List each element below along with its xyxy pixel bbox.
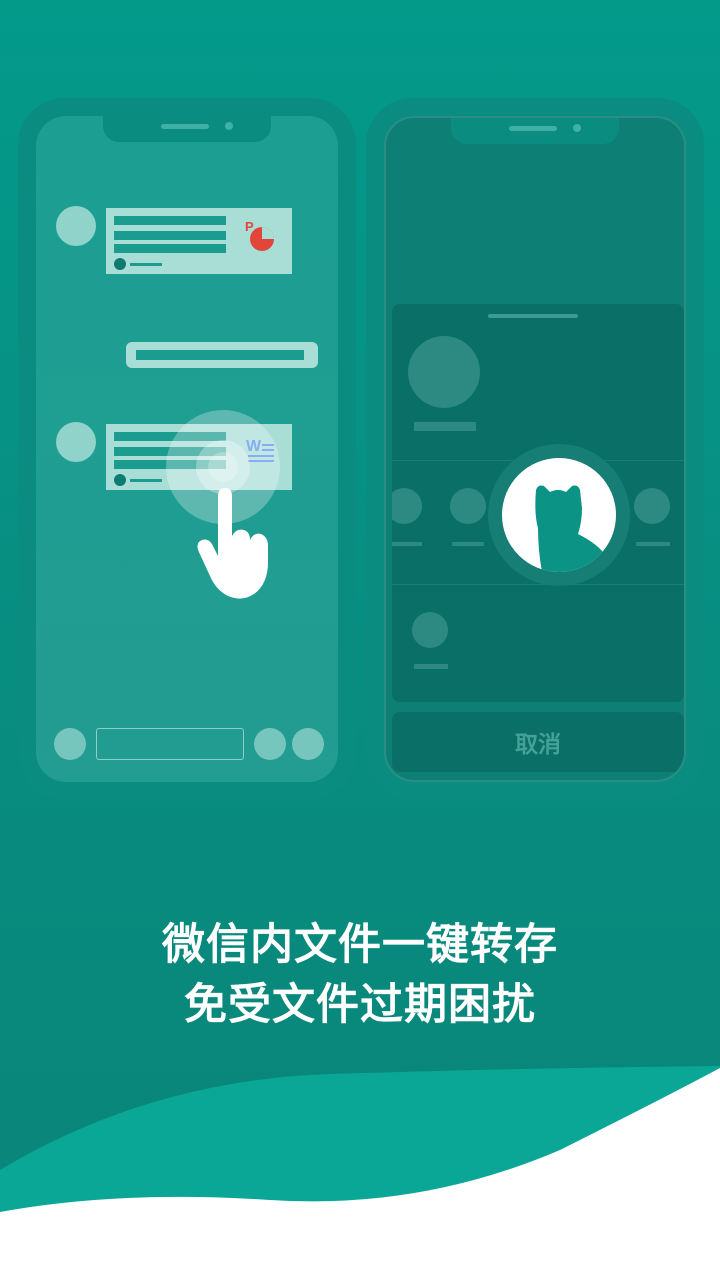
contact-avatar[interactable] [408, 336, 480, 408]
emoji-button[interactable] [254, 728, 286, 760]
ppt-file-message[interactable]: P [106, 208, 292, 274]
bottom-wave-decoration [0, 1066, 720, 1280]
ppt-file-icon: P [245, 219, 274, 251]
sheet-handle [488, 314, 578, 318]
headline-line-1: 微信内文件一键转存 [162, 920, 558, 970]
headline-line-2: 免受文件过期困扰 [184, 980, 536, 1030]
sender-avatar [56, 206, 96, 246]
share-screen: 取消 [384, 116, 686, 782]
phone-notch [103, 116, 271, 142]
text-message-bubble[interactable] [126, 342, 318, 368]
tap-hand-icon [197, 488, 268, 599]
cancel-button[interactable]: 取消 [392, 712, 684, 772]
phone-notch [451, 118, 619, 144]
right-phone-mockup: 取消 [366, 98, 704, 800]
plus-button[interactable] [292, 728, 324, 760]
app-logo-icon [535, 485, 606, 572]
sender-avatar [56, 422, 96, 462]
share-option[interactable] [634, 488, 670, 524]
chat-input-field[interactable] [96, 728, 244, 760]
chat-screen: P W [36, 116, 338, 782]
share-option[interactable] [392, 488, 422, 524]
app-share-target[interactable] [502, 458, 616, 572]
share-option[interactable] [450, 488, 486, 524]
share-option[interactable] [412, 612, 448, 648]
svg-text:P: P [245, 219, 254, 234]
left-phone-mockup: P W [18, 98, 356, 800]
voice-button[interactable] [54, 728, 86, 760]
